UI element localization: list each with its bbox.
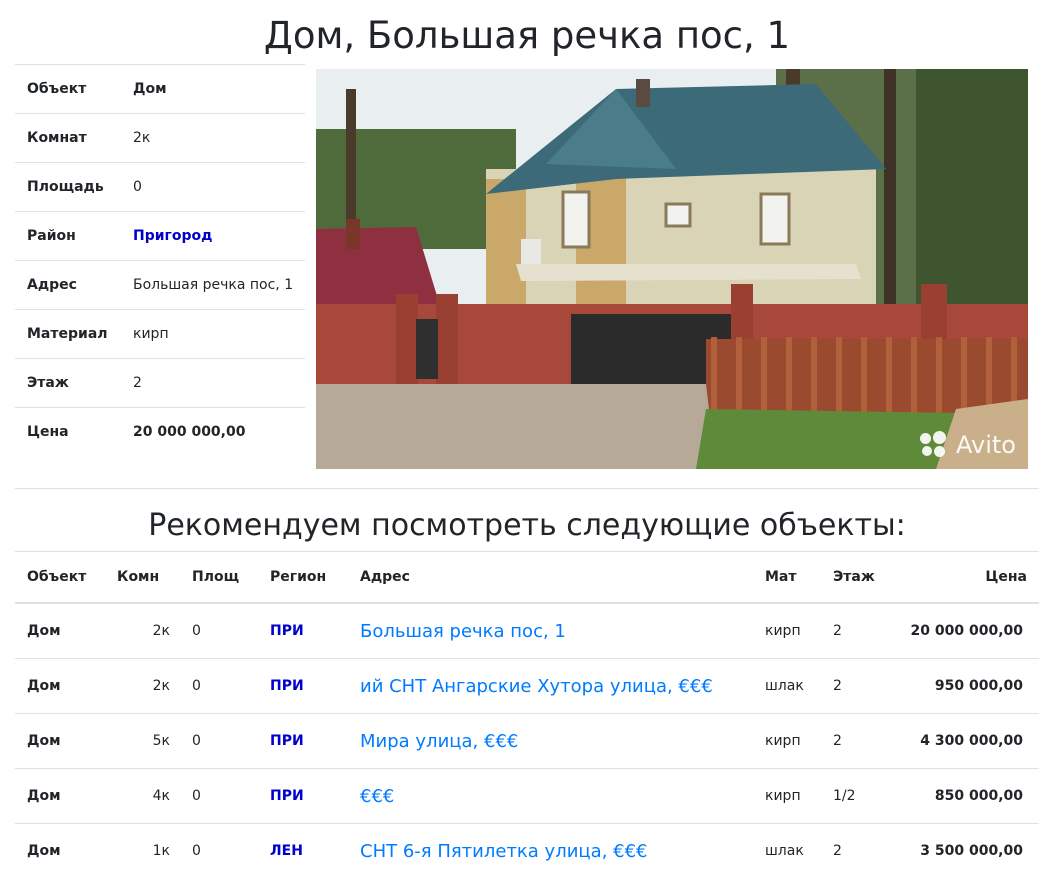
watermark-text: Avito bbox=[956, 431, 1016, 459]
detail-value: 2 bbox=[121, 359, 305, 408]
detail-row-price: Цена 20 000 000,00 bbox=[15, 408, 305, 457]
cell-price: 850 000,00 bbox=[891, 769, 1039, 824]
table-row: Дом 5к 0 ПРИ Мира улица, €€€ кирп 2 4 30… bbox=[15, 714, 1039, 769]
detail-label: Площадь bbox=[15, 163, 121, 212]
column-header-rooms[interactable]: Комн bbox=[105, 552, 180, 604]
page-title: Дом, Большая речка пос, 1 bbox=[0, 10, 1054, 62]
cell-area: 0 bbox=[180, 769, 258, 824]
cell-area: 0 bbox=[180, 714, 258, 769]
property-details-table: Объект Дом Комнат 2к Площадь 0 Район При… bbox=[15, 64, 305, 456]
cell-floor: 2 bbox=[821, 824, 891, 878]
cell-rooms: 5к bbox=[105, 714, 180, 769]
district-link[interactable]: Пригород bbox=[121, 212, 305, 261]
cell-type: Дом bbox=[15, 603, 105, 659]
column-header-type[interactable]: Объект bbox=[15, 552, 105, 604]
cell-material: кирп bbox=[753, 714, 821, 769]
detail-label: Цена bbox=[15, 408, 121, 457]
detail-label: Район bbox=[15, 212, 121, 261]
cell-region-link[interactable]: ПРИ bbox=[258, 603, 348, 659]
cell-address-link[interactable]: Мира улица, €€€ bbox=[348, 714, 753, 769]
recommendations-table: Объект Комн Площ Регион Адрес Мат Этаж Ц… bbox=[15, 551, 1039, 878]
detail-value: 2к bbox=[121, 114, 305, 163]
detail-value: Большая речка пос, 1 bbox=[121, 261, 305, 310]
cell-material: шлак bbox=[753, 824, 821, 878]
cell-rooms: 4к bbox=[105, 769, 180, 824]
cell-rooms: 1к bbox=[105, 824, 180, 878]
cell-floor: 2 bbox=[821, 659, 891, 714]
column-header-address[interactable]: Адрес bbox=[348, 552, 753, 604]
divider bbox=[15, 488, 1039, 489]
house-illustration bbox=[316, 69, 1028, 469]
avito-watermark: Avito bbox=[920, 431, 1016, 459]
detail-row-area: Площадь 0 bbox=[15, 163, 305, 212]
detail-row-floor: Этаж 2 bbox=[15, 359, 305, 408]
detail-row-address: Адрес Большая речка пос, 1 bbox=[15, 261, 305, 310]
cell-area: 0 bbox=[180, 603, 258, 659]
detail-label: Объект bbox=[15, 65, 121, 114]
detail-row-object: Объект Дом bbox=[15, 65, 305, 114]
detail-value: 20 000 000,00 bbox=[121, 408, 305, 457]
detail-label: Адрес bbox=[15, 261, 121, 310]
column-header-price[interactable]: Цена bbox=[891, 552, 1039, 604]
cell-floor: 1/2 bbox=[821, 769, 891, 824]
cell-price: 950 000,00 bbox=[891, 659, 1039, 714]
property-photo[interactable]: Avito bbox=[316, 69, 1028, 469]
cell-material: шлак bbox=[753, 659, 821, 714]
avito-logo-icon bbox=[920, 431, 950, 459]
cell-region-link[interactable]: ПРИ bbox=[258, 714, 348, 769]
column-header-area[interactable]: Площ bbox=[180, 552, 258, 604]
detail-label: Материал bbox=[15, 310, 121, 359]
detail-label: Этаж bbox=[15, 359, 121, 408]
table-row: Дом 1к 0 ЛЕН СНТ 6-я Пятилетка улица, €€… bbox=[15, 824, 1039, 878]
detail-label: Комнат bbox=[15, 114, 121, 163]
table-row: Дом 4к 0 ПРИ €€€ кирп 1/2 850 000,00 bbox=[15, 769, 1039, 824]
detail-value: Дом bbox=[121, 65, 305, 114]
detail-value: кирп bbox=[121, 310, 305, 359]
detail-row-rooms: Комнат 2к bbox=[15, 114, 305, 163]
cell-region-link[interactable]: ЛЕН bbox=[258, 824, 348, 878]
cell-floor: 2 bbox=[821, 603, 891, 659]
cell-type: Дом bbox=[15, 714, 105, 769]
cell-type: Дом bbox=[15, 769, 105, 824]
cell-price: 4 300 000,00 bbox=[891, 714, 1039, 769]
cell-address-link[interactable]: ий СНТ Ангарские Хутора улица, €€€ bbox=[348, 659, 753, 714]
cell-material: кирп bbox=[753, 769, 821, 824]
cell-floor: 2 bbox=[821, 714, 891, 769]
cell-region-link[interactable]: ПРИ bbox=[258, 769, 348, 824]
cell-area: 0 bbox=[180, 659, 258, 714]
detail-row-material: Материал кирп bbox=[15, 310, 305, 359]
detail-value: 0 bbox=[121, 163, 305, 212]
cell-type: Дом bbox=[15, 824, 105, 878]
cell-region-link[interactable]: ПРИ bbox=[258, 659, 348, 714]
detail-row-district: Район Пригород bbox=[15, 212, 305, 261]
table-header-row: Объект Комн Площ Регион Адрес Мат Этаж Ц… bbox=[15, 552, 1039, 604]
cell-type: Дом bbox=[15, 659, 105, 714]
cell-area: 0 bbox=[180, 824, 258, 878]
cell-address-link[interactable]: Большая речка пос, 1 bbox=[348, 603, 753, 659]
table-row: Дом 2к 0 ПРИ ий СНТ Ангарские Хутора ули… bbox=[15, 659, 1039, 714]
cell-material: кирп bbox=[753, 603, 821, 659]
column-header-material[interactable]: Мат bbox=[753, 552, 821, 604]
column-header-region[interactable]: Регион bbox=[258, 552, 348, 604]
cell-rooms: 2к bbox=[105, 659, 180, 714]
recommend-title: Рекомендуем посмотреть следующие объекты… bbox=[0, 503, 1054, 549]
cell-address-link[interactable]: СНТ 6-я Пятилетка улица, €€€ bbox=[348, 824, 753, 878]
cell-address-link[interactable]: €€€ bbox=[348, 769, 753, 824]
table-row: Дом 2к 0 ПРИ Большая речка пос, 1 кирп 2… bbox=[15, 603, 1039, 659]
column-header-floor[interactable]: Этаж bbox=[821, 552, 891, 604]
cell-price: 3 500 000,00 bbox=[891, 824, 1039, 878]
cell-rooms: 2к bbox=[105, 603, 180, 659]
cell-price: 20 000 000,00 bbox=[891, 603, 1039, 659]
